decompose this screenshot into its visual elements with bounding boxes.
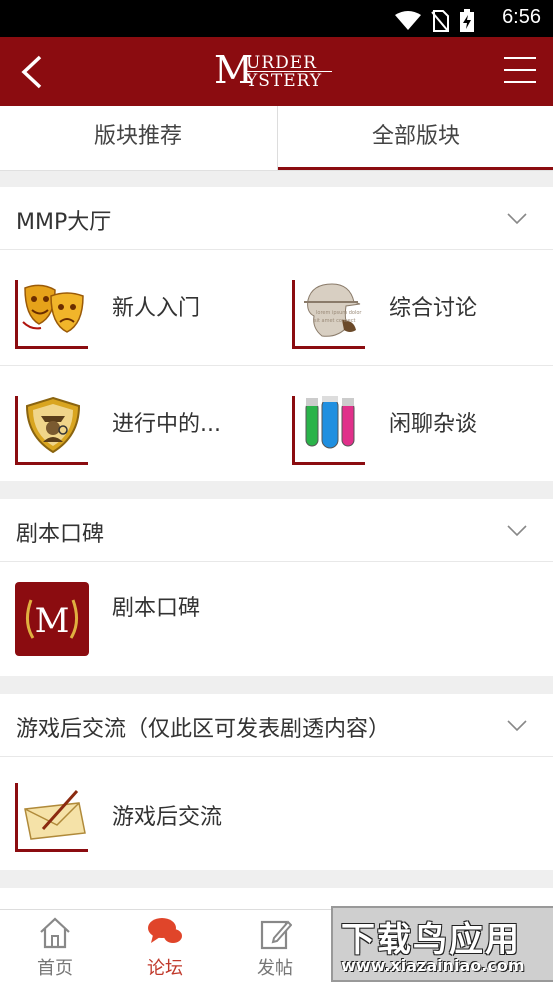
nav-label: 发帖 xyxy=(257,958,293,979)
edit-icon xyxy=(260,920,292,950)
tab-bar: 版块推荐 全部版块 xyxy=(0,106,553,171)
section-header[interactable]: MMP大厅 xyxy=(0,187,553,250)
board-label: 综合讨论 xyxy=(389,296,478,321)
board-script-reputation[interactable]: M 剧本口碑 xyxy=(0,562,553,677)
nav-label: 首页 xyxy=(37,958,73,979)
section-title: 剧本口碑 xyxy=(16,522,105,547)
svg-text:sit amet consect: sit amet consect xyxy=(314,318,356,324)
section-header[interactable]: 游戏后交流（仅此区可发表剧透内容） xyxy=(0,694,553,757)
tab-label: 版块推荐 xyxy=(93,124,182,149)
status-bar: 6:56 xyxy=(0,0,553,37)
section-title: 游戏后交流（仅此区可发表剧透内容） xyxy=(16,717,391,742)
battery-charging-icon xyxy=(460,9,474,32)
home-icon xyxy=(40,917,70,949)
logo-line1: URDER xyxy=(246,53,317,73)
section-header[interactable]: 剧本口碑 xyxy=(0,499,553,562)
section-post-game: 游戏后交流（仅此区可发表剧透内容） 游戏后交流 xyxy=(0,694,553,870)
detective-badge-icon xyxy=(15,396,88,465)
board-label: 剧本口碑 xyxy=(112,596,201,621)
status-icons xyxy=(395,9,475,33)
chevron-down-icon[interactable] xyxy=(507,213,527,225)
board-label: 闲聊杂谈 xyxy=(389,412,478,437)
chat-bubbles-icon xyxy=(148,918,182,943)
board-label: 新人入门 xyxy=(112,296,201,321)
section-mmp-hall: MMP大厅 新人入门 lorem ipsum dolor sit amet co… xyxy=(0,187,553,481)
no-sim-icon xyxy=(431,10,449,32)
svg-text:M: M xyxy=(35,601,70,641)
board-label: 进行中的... xyxy=(112,412,221,437)
board-newcomer[interactable]: 新人入门 xyxy=(0,250,276,365)
active-tab-indicator xyxy=(278,167,553,170)
tab-all-boards[interactable]: 全部版块 xyxy=(277,106,553,170)
board-in-progress[interactable]: 进行中的... xyxy=(0,366,276,481)
board-post-game[interactable]: 游戏后交流 xyxy=(0,757,553,872)
clock: 6:56 xyxy=(502,6,541,28)
section-script-reputation: 剧本口碑 M 剧本口碑 xyxy=(0,499,553,676)
murder-mystery-logo: M URDER YSTERY xyxy=(214,49,339,93)
tab-recommended[interactable]: 版块推荐 xyxy=(0,106,276,170)
watermark-line2: www.xiazainiao.com xyxy=(341,956,525,975)
laurel-m-logo-icon: M xyxy=(15,582,89,656)
nav-label: 论坛 xyxy=(147,958,183,979)
svg-text:lorem ipsum dolor: lorem ipsum dolor xyxy=(316,310,362,316)
back-arrow-icon[interactable] xyxy=(18,55,48,89)
detective-head-icon: lorem ipsum dolor sit amet consect xyxy=(292,280,365,349)
app-bar: M URDER YSTERY xyxy=(0,37,553,106)
board-label: 游戏后交流 xyxy=(112,805,223,830)
board-chit-chat[interactable]: 闲聊杂谈 xyxy=(277,366,553,481)
envelope-pen-icon xyxy=(15,783,88,852)
nav-home[interactable]: 首页 xyxy=(0,910,110,984)
chevron-down-icon[interactable] xyxy=(507,720,527,732)
watermark: 下载鸟应用 www.xiazainiao.com xyxy=(331,906,553,982)
board-general-discussion[interactable]: lorem ipsum dolor sit amet consect 综合讨论 xyxy=(277,250,553,365)
logo-line2: YSTERY xyxy=(246,71,323,91)
nav-post[interactable]: 发帖 xyxy=(220,910,330,984)
wifi-icon xyxy=(395,11,421,30)
chevron-down-icon[interactable] xyxy=(507,525,527,537)
hamburger-menu-icon[interactable] xyxy=(504,57,536,83)
tab-label: 全部版块 xyxy=(371,124,460,149)
watermark-line1: 下载鸟应用 xyxy=(341,920,521,960)
theater-masks-icon xyxy=(15,280,88,349)
section-title: MMP大厅 xyxy=(16,210,112,235)
nav-forum[interactable]: 论坛 xyxy=(110,910,220,984)
test-tubes-icon xyxy=(292,396,365,465)
